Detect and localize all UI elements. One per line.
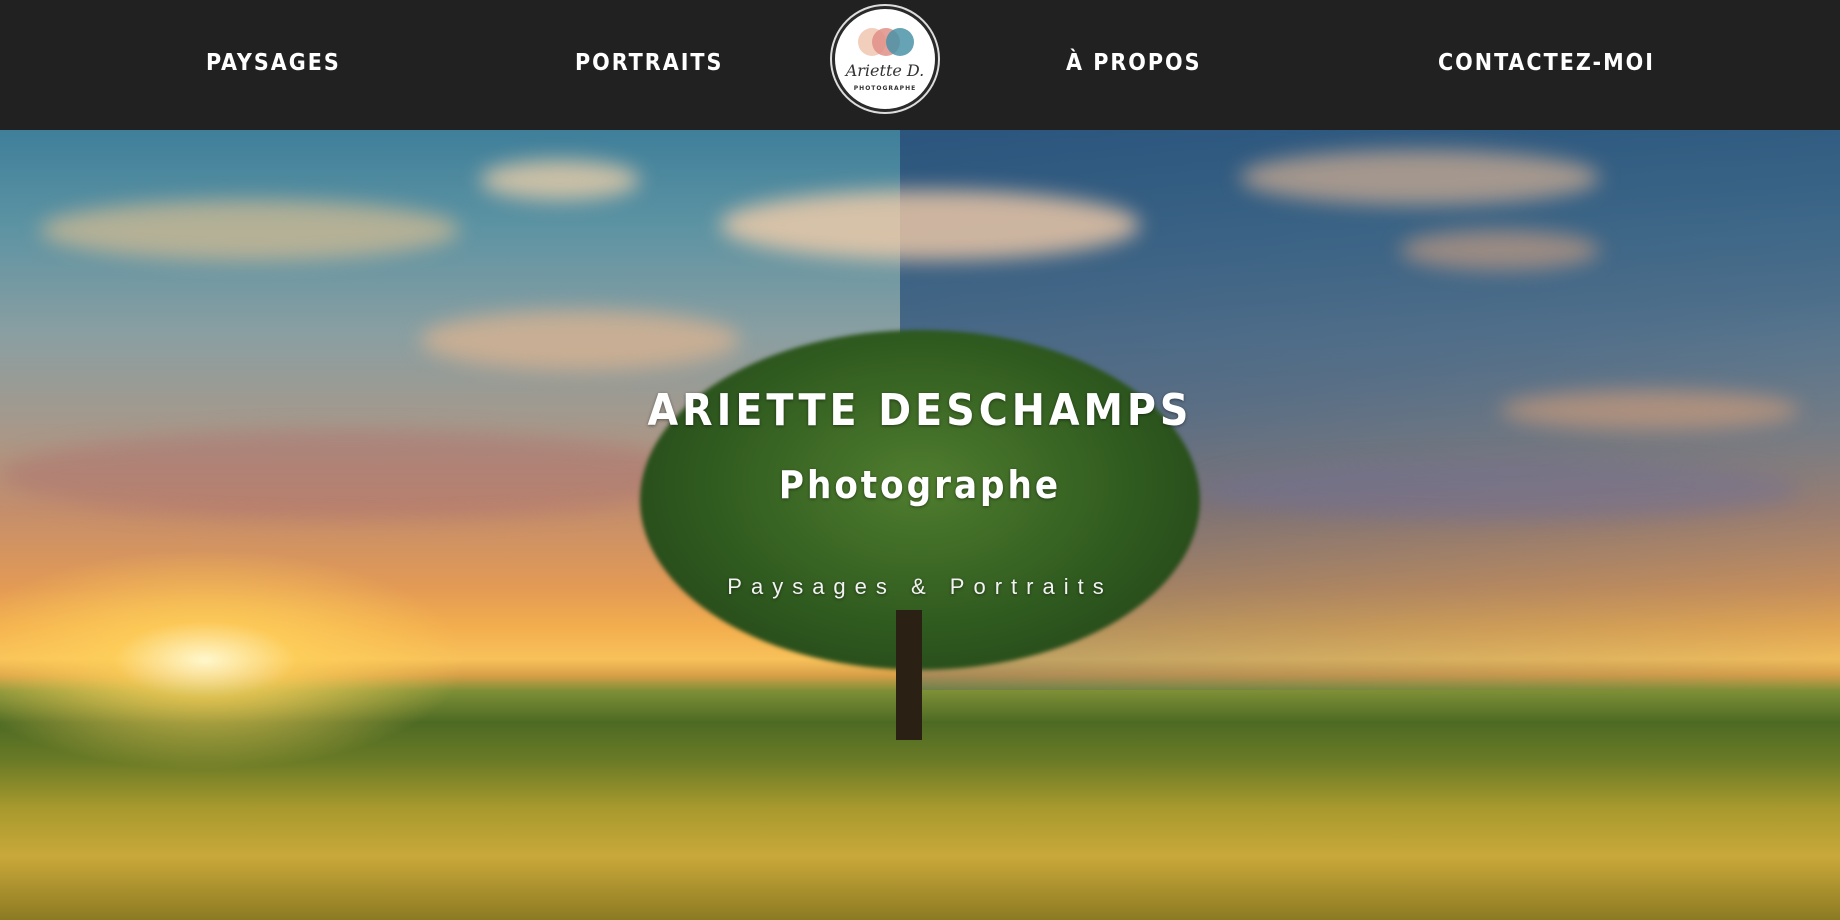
- nav-link-a-propos[interactable]: À PROPOS: [1066, 50, 1202, 76]
- hero-cloud: [40, 200, 460, 260]
- hero-cloud: [420, 310, 740, 370]
- top-navbar: PAYSAGES PORTRAITS Ariette D. PHOTOGRAPH…: [0, 0, 1840, 130]
- hero-title: ARIETTE DESCHAMPS: [647, 385, 1193, 436]
- hero-cloud: [480, 160, 640, 200]
- logo-circle-teal: [886, 28, 914, 56]
- logo-script-text: Ariette D.: [845, 61, 925, 80]
- hero-cloud: [1240, 150, 1600, 205]
- logo-small-text: PHOTOGRAPHE: [853, 85, 917, 92]
- nav-link-paysages[interactable]: PAYSAGES: [206, 50, 341, 76]
- nav-link-contactez-moi[interactable]: CONTACTEZ-MOI: [1438, 50, 1655, 76]
- nav-link-portraits[interactable]: PORTRAITS: [575, 50, 723, 76]
- site-logo[interactable]: Ariette D. PHOTOGRAPHE: [832, 6, 938, 112]
- hero-tree-trunk: [896, 610, 922, 740]
- hero-subtitle: Photographe: [778, 463, 1062, 507]
- hero-cloud: [720, 190, 1140, 260]
- hero-cloud: [1400, 230, 1600, 270]
- hero-banner: ARIETTE DESCHAMPS Photographe Paysages &…: [0, 130, 1840, 920]
- hero-tagline: Paysages & Portraits: [727, 574, 1113, 599]
